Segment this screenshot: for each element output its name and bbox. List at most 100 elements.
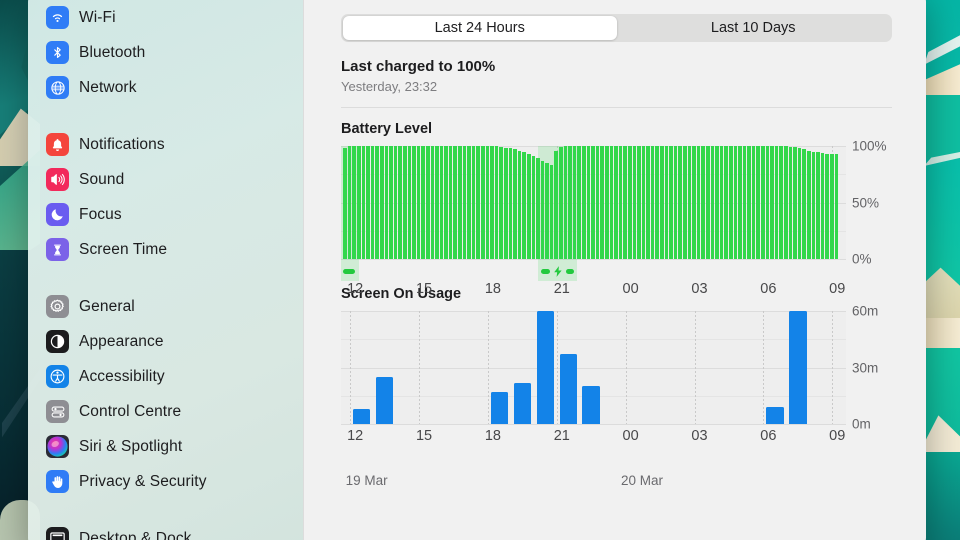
battery-level-bar [549, 165, 554, 259]
screen-on-usage-chart: 0m 30m 60m 12 15 18 21 00 03 06 09 19 Mar 20 Mar [341, 304, 892, 488]
x-axis-tick-label: 18 [484, 281, 501, 297]
battery-level-bar [485, 146, 490, 259]
battery-level-bar [458, 146, 462, 259]
y-axis-labels: 0% 50% 100% [852, 139, 912, 267]
sidebar-group-separator [28, 267, 303, 289]
time-range-segmented-control[interactable]: Last 24 Hours Last 10 Days [341, 14, 892, 42]
screen-usage-bar [490, 391, 509, 424]
sidebar-item-network[interactable]: Network [38, 70, 293, 105]
sidebar-item-siri-spotlight[interactable]: Siri & Spotlight [38, 429, 293, 464]
battery-level-bar [774, 146, 779, 259]
sidebar-item-privacy-security[interactable]: Privacy & Security [38, 464, 293, 499]
sidebar-item-notifications[interactable]: Notifications [38, 127, 293, 162]
wifi-icon [46, 6, 69, 29]
battery-level-bar [802, 149, 806, 259]
battery-level-bar [719, 146, 724, 259]
battery-level-bar [531, 156, 536, 259]
x-axis-tick-label: 21 [553, 281, 570, 297]
gridline-vertical [556, 311, 558, 424]
sidebar-item-desktop-dock[interactable]: Desktop & Dock [38, 521, 293, 540]
battery-level-bar [806, 150, 811, 259]
sidebar-item-focus[interactable]: Focus [38, 197, 293, 232]
battery-level-bar [609, 146, 614, 259]
battery-level-bar [779, 146, 783, 259]
sidebar-item-screen-time[interactable]: Screen Time [38, 232, 293, 267]
settings-sidebar[interactable]: Wi-Fi Bluetooth Network Notifications Sound F… [28, 0, 303, 540]
battery-level-bar [747, 146, 751, 259]
battery-level-bar [664, 146, 669, 259]
battery-level-bar [540, 160, 545, 259]
battery-level-bar [692, 146, 696, 259]
battery-level-bar [829, 153, 834, 259]
battery-level-bar [421, 146, 425, 259]
charging-dash [343, 269, 356, 274]
x-axis-labels: 12 15 18 21 00 03 06 09 [341, 281, 892, 301]
battery-level-bar [439, 146, 444, 259]
battery-level-bar [728, 146, 733, 259]
battery-level-bar [618, 146, 623, 259]
battery-level-bar [811, 151, 816, 259]
sidebar-item-wi-fi[interactable]: Wi-Fi [38, 0, 293, 35]
sidebar-item-control-centre[interactable]: Control Centre [38, 394, 293, 429]
contrast-icon [46, 330, 69, 353]
battery-level-bar [733, 146, 738, 259]
last-charged-subtitle: Yesterday, 23:32 [341, 79, 438, 94]
battery-level-bar [582, 146, 586, 259]
battery-level-bar [715, 146, 719, 259]
battery-level-bar [517, 150, 522, 259]
battery-level-bar [393, 146, 398, 259]
battery-level-bar [407, 146, 412, 259]
x-axis-tick-label: 12 [347, 281, 364, 297]
sidebar-item-label: Accessibility [79, 367, 165, 385]
tab-last-10-days[interactable]: Last 10 Days [617, 16, 891, 40]
gridline-horizontal [341, 311, 846, 312]
battery-level-bar [357, 146, 361, 259]
battery-level-bar [820, 152, 825, 259]
battery-level-bar [586, 146, 591, 259]
battery-level-bar [797, 148, 802, 259]
section-divider [341, 107, 892, 108]
battery-level-bar [591, 146, 595, 259]
battery-level-bar [471, 146, 476, 259]
gridline-vertical [350, 311, 352, 424]
battery-level-bar [536, 158, 540, 259]
battery-level-bar [435, 146, 439, 259]
battery-level-bar [751, 146, 756, 259]
plot-area [341, 311, 846, 425]
battery-level-bar [577, 146, 581, 259]
sidebar-item-appearance[interactable]: Appearance [38, 324, 293, 359]
sidebar-item-general[interactable]: General [38, 289, 293, 324]
battery-level-bar [614, 146, 618, 259]
battery-level-bar [563, 146, 568, 259]
x-axis-tick-label: 00 [622, 428, 639, 444]
battery-level-bar [650, 146, 655, 259]
screen-usage-bar [352, 408, 371, 424]
battery-level-bar [701, 146, 705, 259]
battery-level-bar [366, 146, 370, 259]
sidebar-item-accessibility[interactable]: Accessibility [38, 359, 293, 394]
battery-level-bar [765, 146, 770, 259]
sidebar-item-sound[interactable]: Sound [38, 162, 293, 197]
screen-usage-bar [582, 386, 600, 424]
battery-level-bar [559, 147, 563, 259]
y-axis-tick-label: 60m [852, 303, 879, 319]
sidebar-item-bluetooth[interactable]: Bluetooth [38, 35, 293, 70]
battery-level-bar [389, 146, 393, 259]
sidebar-group-separator [28, 499, 303, 521]
hourglass-icon [46, 238, 69, 261]
battery-level-bar [572, 146, 577, 259]
battery-level-bar [660, 146, 664, 259]
battery-level-bar [503, 148, 508, 259]
gridline-vertical [832, 311, 834, 424]
battery-level-bar [370, 146, 375, 259]
battery-level-bar [490, 146, 494, 259]
battery-level-bar [816, 151, 820, 259]
sidebar-group-0: Wi-Fi Bluetooth Network [28, 0, 303, 105]
battery-level-bar [402, 146, 407, 259]
tab-last-24-hours[interactable]: Last 24 Hours [343, 16, 617, 40]
battery-level-bar [710, 146, 715, 259]
battery-level-bar [453, 146, 458, 259]
battery-level-bar [738, 146, 742, 259]
battery-level-bar [761, 146, 765, 259]
gridline-vertical [763, 311, 765, 424]
